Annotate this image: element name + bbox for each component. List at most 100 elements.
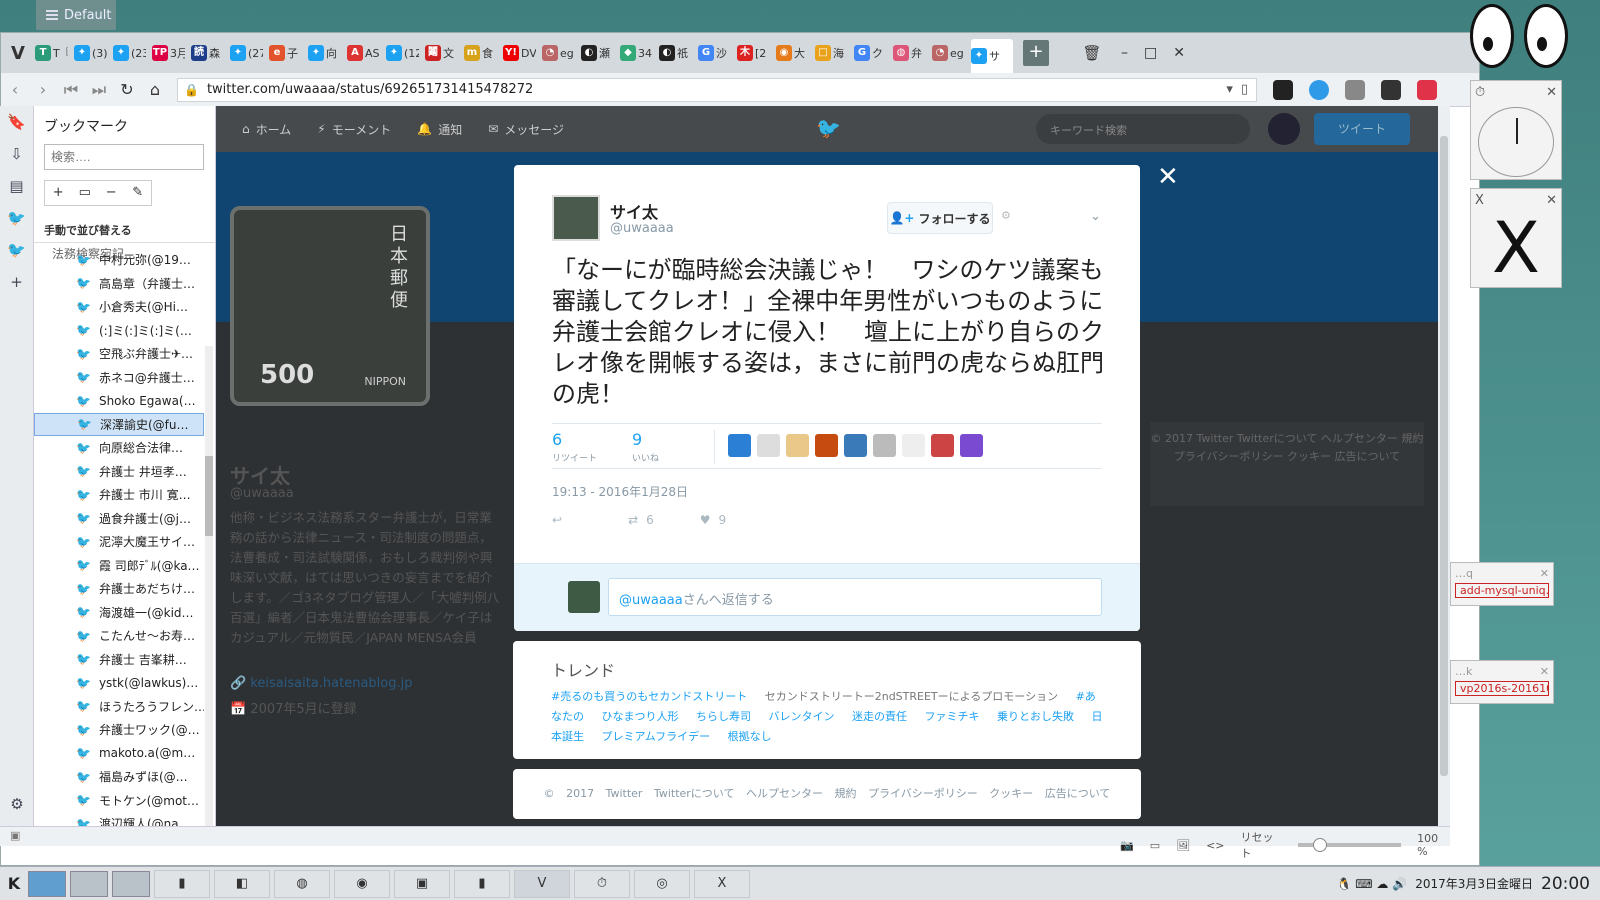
home-button[interactable]: ⌂ [141,80,169,99]
taskbar-app-6[interactable]: ▮ [454,869,510,898]
browser-tab[interactable]: ◍ 弁 [893,38,926,68]
bookmark-item[interactable]: 🐦 ほうたろうフレン… [34,695,204,719]
browser-tab[interactable]: ◔ eg [932,38,965,68]
edit-bookmark-button[interactable]: ✎ [125,181,152,205]
workspace-1[interactable] [28,870,66,897]
keyword-search-input[interactable]: キーワード検索 [1036,114,1250,144]
bookmark-scrollbar[interactable] [205,346,213,826]
zoom-slider[interactable] [1297,838,1402,852]
bookmark-item[interactable]: 🐦 弁護士 市川 寛… [34,483,204,507]
bookmark-item[interactable]: 🐦 Shoko Egawa(… [34,389,204,413]
browser-tab[interactable]: m食 [464,38,497,68]
browser-tab[interactable]: A AS [347,38,380,68]
liker-avatar[interactable] [786,434,809,457]
tweet-author-avatar[interactable] [552,195,600,241]
user-avatar[interactable] [1268,113,1300,145]
tweet-menu-chevron-icon[interactable]: ⌄ [1090,209,1101,224]
browser-tab[interactable]: ✦ 向 [308,38,341,68]
twitter-logo-icon[interactable]: 🐦 [816,116,841,140]
code-icon[interactable]: <> [1206,839,1224,852]
browser-tab[interactable]: ✦ サ [971,39,1013,73]
rewind-button[interactable]: ⏮ [57,80,85,100]
camera-icon[interactable]: 📷 [1120,839,1134,852]
trend-item[interactable]: ちらし寿司 [696,710,751,723]
browser-tab[interactable]: ◐ 瀬 [581,38,614,68]
browser-tab[interactable]: ◆ 34 [620,38,653,68]
x-app-taskbar-icon[interactable]: X [694,869,750,898]
add-panel-icon[interactable]: + [0,266,33,298]
reload-button[interactable]: ↻ [113,80,141,99]
liker-avatar[interactable] [757,434,780,457]
settings-gear-icon[interactable]: ⚙ [0,788,34,820]
terminal-widget-2[interactable]: …k ✕ vp2016s-201610 [1450,660,1554,704]
bookmark-item[interactable]: 🐦 弁護士ワック(@… [34,718,204,742]
tray-date[interactable]: 2017年3月3日金曜日 [1415,875,1533,892]
notes-panel-icon[interactable]: ▤ [0,170,33,202]
taskbar-app-2[interactable]: ◧ [214,869,270,898]
trend-item[interactable]: 迷走の責任 [852,710,907,723]
bookmark-search-input[interactable] [44,144,204,170]
image-icon[interactable]: 🖼 [1176,839,1190,852]
bookmark-item[interactable]: 🐦 makoto.a(@m… [34,742,204,766]
forward-button[interactable]: › [29,80,57,99]
reset-zoom-button[interactable]: リセット [1241,829,1282,861]
browser-tab[interactable]: Y! DV [503,38,536,68]
start-menu-button[interactable]: K [0,874,28,893]
liker-avatar[interactable] [844,434,867,457]
delete-bookmark-button[interactable]: − [98,181,125,205]
bookmark-item[interactable]: 🐦 中村元弥(@19… [34,248,204,272]
add-bookmark-button[interactable]: + [45,181,72,205]
url-field[interactable]: 🔒 twitter.com/uwaaaa/status/692651731415… [177,77,1257,102]
trend-item[interactable]: プレミアムフライデー [602,730,711,743]
bookmark-item[interactable]: 🐦 霞 司郎ﾃﾞﾙ(@ka… [34,554,204,578]
window-icon[interactable]: ▭ [1150,839,1160,852]
trend-item[interactable]: ファミチキ [925,710,980,723]
workspace-2[interactable] [70,870,108,897]
vivaldi-app-icon[interactable]: V [514,869,570,898]
reply-button[interactable]: ↩ [552,513,562,527]
trend-item[interactable]: #売るのも買うのもセカンドストリート [551,690,747,703]
like-count[interactable]: 9 いいね [632,430,659,464]
liker-avatar[interactable] [931,434,954,457]
tweet-button[interactable]: ツイート [1314,113,1410,145]
extension-note-icon[interactable] [1345,79,1365,100]
extension-puzzle-icon[interactable] [1381,79,1401,100]
browser-tab[interactable]: G沙 [698,38,731,68]
follow-button[interactable]: 👤+ フォローする [887,202,993,234]
close-term2-icon[interactable]: ✕ [1540,665,1549,678]
browser-tab[interactable]: ◐ 祇 [659,38,692,68]
maximize-button[interactable]: □ [1144,45,1157,61]
bookmark-item[interactable]: 🐦 泥濘大魔王サイ… [34,530,204,554]
trend-item[interactable]: 根拠なし [728,730,772,743]
tweet-author-handle[interactable]: @uwaaaa [610,221,674,236]
bookmark-item[interactable]: 🐦 過食弁護士(@j… [34,507,204,531]
retweet-button[interactable]: ⇄ 6 [628,513,654,527]
bookmark-item[interactable]: 🐦 こたんせ～お寿… [34,624,204,648]
panel-toggle-icon[interactable]: ▣ [10,829,20,842]
extension-owl-icon[interactable] [1273,79,1293,100]
liker-avatar[interactable] [873,434,896,457]
close-window-button[interactable]: ✕ [1173,45,1185,61]
trend-item[interactable]: ひなまつり人形 [602,710,679,723]
tray-icons[interactable]: 🐧 ⌨ ☁ 🔊 [1337,877,1408,891]
bookmark-item[interactable]: 🐦 福島みずほ(@… [34,765,204,789]
trash-icon[interactable]: 🗑 [1079,44,1105,62]
bookmark-item[interactable]: 🐦 赤ネコ@弁護士… [34,366,204,390]
profile-link[interactable]: 🔗 keisaisaita.hatenablog.jp [230,676,412,691]
bookmark-item[interactable]: 🐦 海渡雄一(@kid… [34,601,204,625]
bookmark-item[interactable]: 🐦 深澤諭史(@fu… [34,412,204,436]
liker-avatar[interactable] [902,434,925,457]
extension-v-icon[interactable] [1309,79,1329,100]
twitter-panel-icon[interactable]: 🐦 [0,202,33,234]
bookmark-item[interactable]: 🐦 空飛ぶ弁護士✈… [34,342,204,366]
browser-tab[interactable]: TT『 [35,38,68,68]
pocket-icon[interactable] [1417,79,1437,100]
taskbar-app-5[interactable]: ▣ [394,869,450,898]
liker-avatar[interactable] [960,434,983,457]
reply-input[interactable]: @uwaaaaさんへ返信する [608,578,1102,616]
add-folder-button[interactable]: ▭ [72,181,99,205]
browser-tab[interactable]: e子 [269,38,302,68]
vivaldi-menu-button[interactable]: V [1,33,35,73]
nav-moments[interactable]: ⚡ モーメント [317,121,391,138]
terminal-app-icon[interactable]: ▮ [154,869,210,898]
